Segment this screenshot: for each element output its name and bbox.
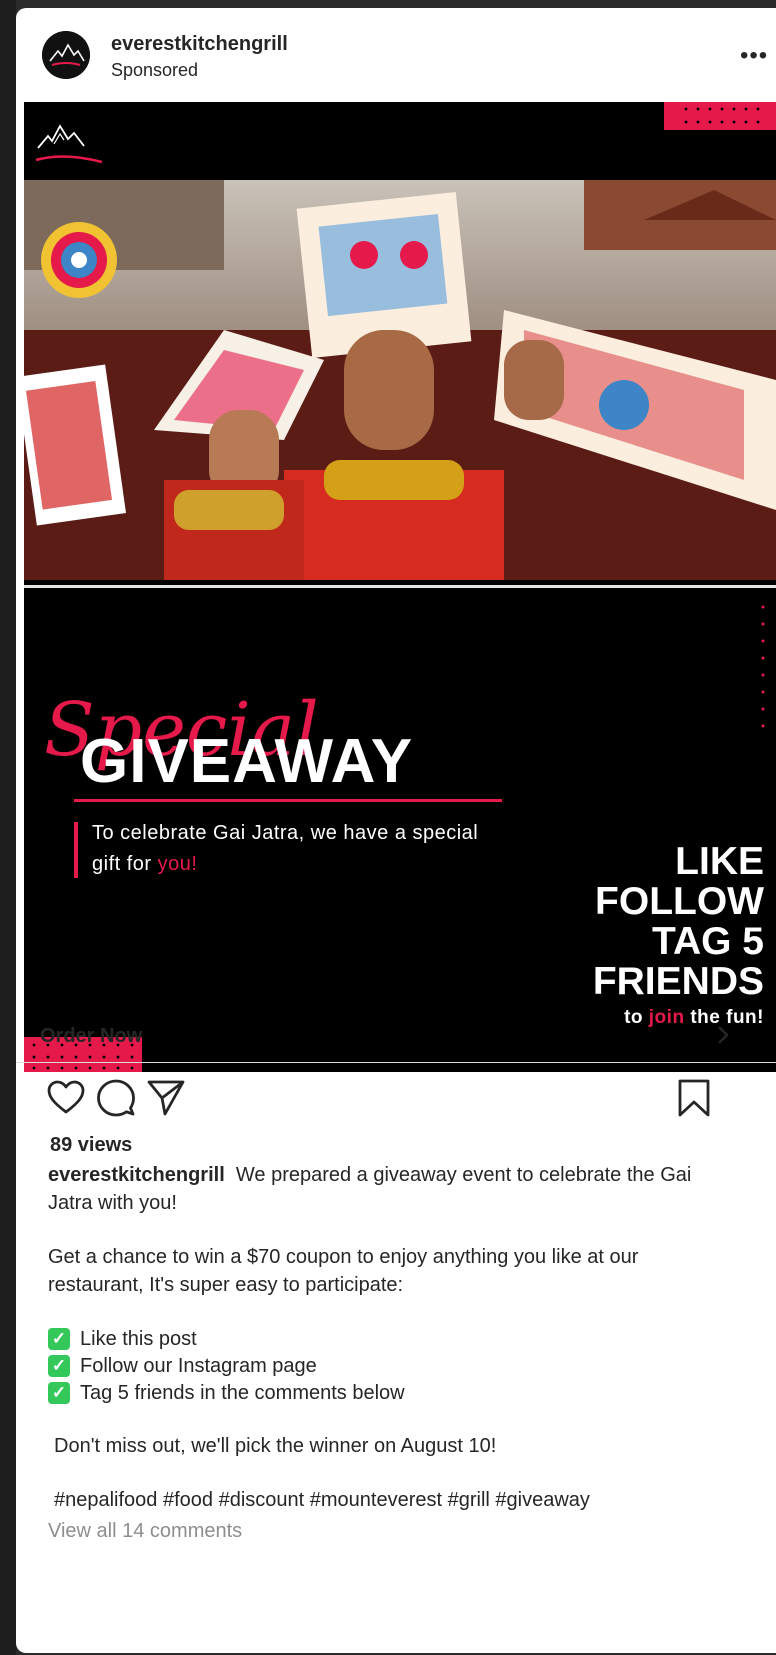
post-header: everestkitchengrill Sponsored •••: [16, 8, 776, 102]
instagram-post-card: everestkitchengrill Sponsored ••• Specia…: [16, 8, 776, 1653]
cta-line: FRIENDS: [592, 960, 764, 1003]
post-caption: everestkitchengrill We prepared a giveaw…: [48, 1161, 738, 1514]
views-count: 89 views: [50, 1134, 133, 1156]
sponsored-label: Sponsored: [111, 60, 199, 80]
festival-photo: [24, 180, 776, 580]
order-now-link[interactable]: Order Now: [16, 1008, 776, 1063]
cta-line: TAG 5: [652, 920, 764, 963]
check-icon: ✓: [48, 1381, 70, 1404]
caption-username[interactable]: everestkitchengrill: [48, 1164, 225, 1186]
checklist-item: ✓ Like this post: [48, 1325, 738, 1352]
post-image[interactable]: Special GIVEAWAY To celebrate Gai Jatra,…: [24, 102, 776, 1072]
bookmark-icon[interactable]: [676, 1078, 712, 1118]
comment-icon[interactable]: [96, 1078, 136, 1118]
tagline-accent: you!: [157, 853, 198, 875]
caption-paragraph: Get a chance to win a $70 coupon to enjo…: [48, 1246, 639, 1296]
checklist: ✓ Like this post ✓ Follow our Instagram pa…: [48, 1325, 738, 1406]
headline-underline: [74, 799, 502, 802]
heart-icon[interactable]: [46, 1078, 86, 1118]
background-strip: [0, 0, 16, 1655]
send-icon[interactable]: [146, 1078, 186, 1118]
checklist-text: Tag 5 friends in the comments below: [80, 1381, 405, 1404]
checklist-item: ✓ Follow our Instagram page: [48, 1352, 738, 1379]
giveaway-headline: GIVEAWAY: [80, 727, 414, 796]
more-options-button[interactable]: •••: [740, 42, 768, 70]
avatar[interactable]: [42, 31, 90, 79]
cta-line: FOLLOW: [595, 880, 764, 923]
tagline-accent-bar: [74, 822, 78, 878]
caption-hashtags[interactable]: #nepalifood #food #discount #mounteveres…: [48, 1486, 738, 1514]
view-all-comments-link[interactable]: View all 14 comments: [48, 1520, 242, 1543]
decorative-dots: [664, 102, 776, 130]
mountain-logo-icon: [42, 31, 90, 79]
checklist-text: Like this post: [80, 1327, 197, 1350]
decorative-dots: [760, 602, 766, 742]
cta-block: LIKE FOLLOW TAG 5 FRIENDS: [593, 842, 764, 1002]
order-now-label: Order Now: [40, 1025, 143, 1047]
tagline-main: To celebrate Gai Jatra, we have a specia…: [92, 822, 479, 875]
cta-line: LIKE: [675, 840, 764, 883]
chevron-right-icon: [718, 1026, 729, 1044]
divider-line: [24, 585, 776, 588]
check-icon: ✓: [48, 1327, 70, 1350]
checklist-item: ✓ Tag 5 friends in the comments below: [48, 1379, 738, 1406]
check-icon: ✓: [48, 1354, 70, 1377]
brand-logo-icon: [35, 124, 103, 164]
post-username[interactable]: everestkitchengrill: [111, 33, 288, 56]
tagline-text: To celebrate Gai Jatra, we have a specia…: [92, 818, 492, 880]
action-bar: [16, 1078, 776, 1122]
checklist-text: Follow our Instagram page: [80, 1354, 317, 1377]
caption-reminder: Don't miss out, we'll pick the winner on…: [54, 1435, 497, 1457]
